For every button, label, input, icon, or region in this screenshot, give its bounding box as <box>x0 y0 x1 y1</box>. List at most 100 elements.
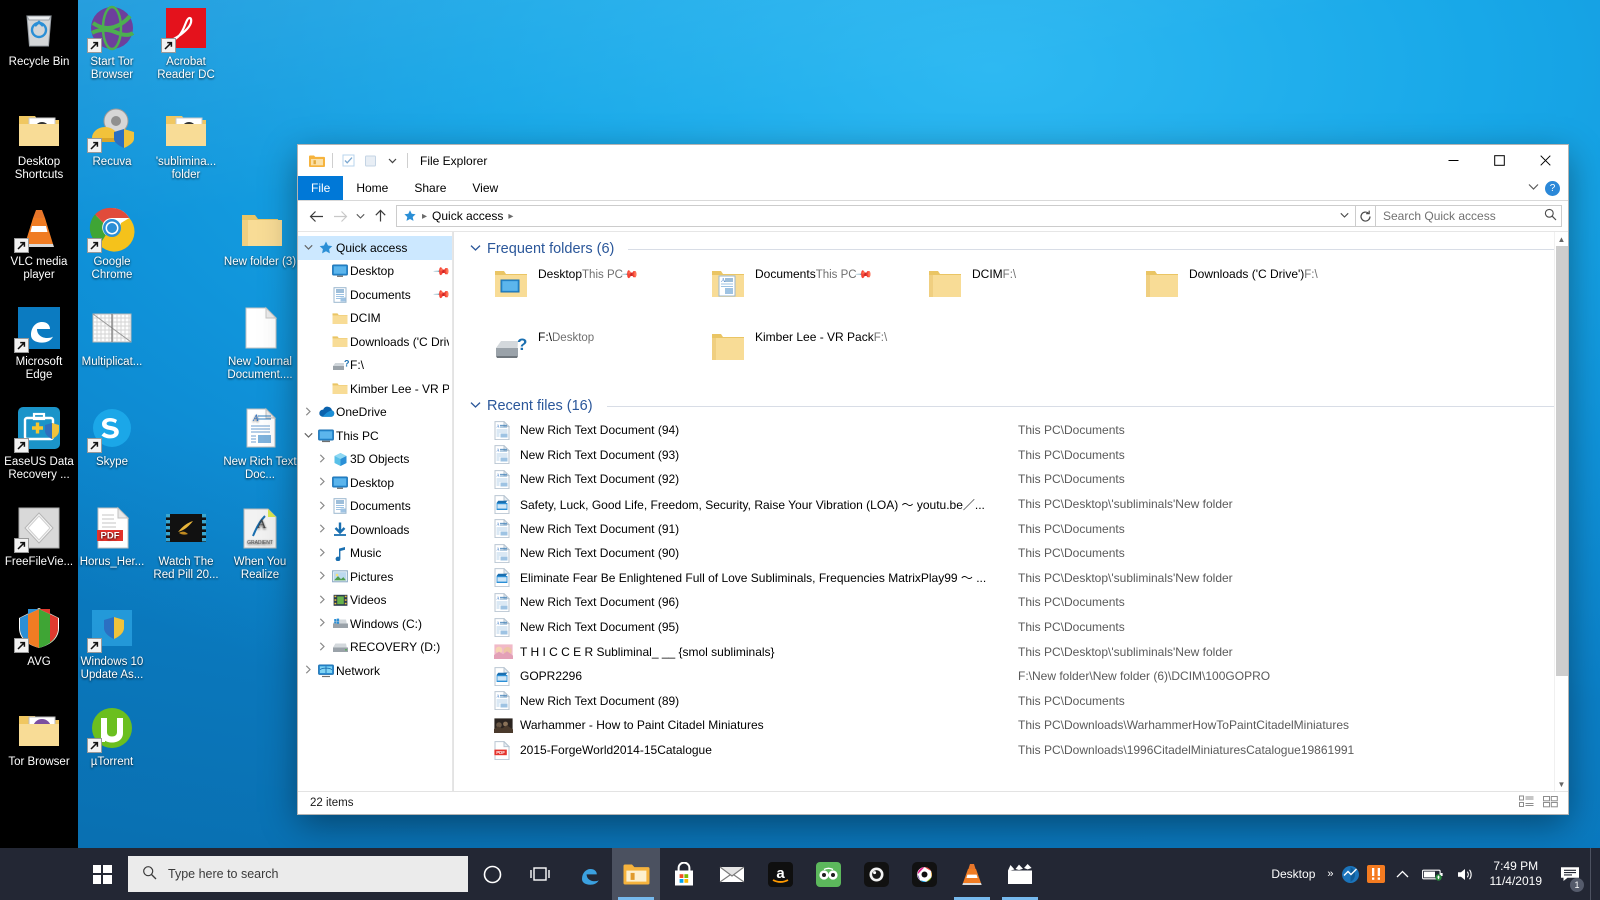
ribbon-tab-file[interactable]: File <box>298 176 344 200</box>
defender-tray-icon[interactable] <box>1338 848 1363 900</box>
frequent-folder-item[interactable]: Downloads ('C Drive')F:\ <box>1145 263 1362 326</box>
refresh-icon[interactable] <box>1356 205 1376 227</box>
avg-tray-icon[interactable] <box>1363 848 1389 900</box>
recent-file-row[interactable]: A New Rich Text Document (91) This PC\Docu… <box>464 516 1568 541</box>
nav-item-f[interactable]: ? F:\ <box>298 354 453 378</box>
nav-item-pictures[interactable]: Pictures <box>298 565 453 589</box>
battery-tray-icon[interactable] <box>1416 848 1450 900</box>
nav-item-network[interactable]: Network <box>298 659 453 683</box>
chevron-collapsed-icon[interactable] <box>300 407 316 418</box>
search-icon[interactable] <box>1544 208 1557 224</box>
details-view-icon[interactable] <box>1519 795 1534 811</box>
pin-icon[interactable]: 📌 <box>433 285 452 304</box>
chevron-collapsed-icon[interactable] <box>314 571 330 582</box>
ribbon-tab-bar[interactable]: File Home Share View ? <box>298 176 1568 201</box>
desktop-icon[interactable]: Start Tor Browser <box>75 4 149 82</box>
recent-files-list[interactable]: A New Rich Text Document (94) This PC\Docu… <box>464 416 1568 762</box>
chevron-collapsed-icon[interactable] <box>314 477 330 488</box>
scroll-down-arrow-icon[interactable]: ▼ <box>1555 777 1568 791</box>
nav-item-desktop[interactable]: Desktop <box>298 471 453 495</box>
scroll-up-arrow-icon[interactable]: ▲ <box>1555 232 1568 246</box>
recent-file-row[interactable]: PDF 2015-ForgeWorld2014-15Catalogue This P… <box>464 738 1568 763</box>
view-mode-buttons[interactable] <box>1519 795 1558 811</box>
chevron-collapsed-icon[interactable] <box>314 524 330 535</box>
desktop-icon[interactable]: Multiplicat... <box>75 304 149 369</box>
windows-taskbar[interactable]: Type here to search a Desktop » 7:49 PM … <box>0 848 1600 900</box>
desktop-icon[interactable]: Tor Browser <box>2 704 76 769</box>
desktop-icon[interactable]: Recuva <box>75 104 149 169</box>
show-desktop-button[interactable] <box>1590 848 1600 900</box>
nav-item-desktop[interactable]: Desktop 📌 <box>298 260 453 284</box>
amazon-taskbar-icon[interactable]: a <box>756 848 804 900</box>
nav-item-documents[interactable]: Documents <box>298 495 453 519</box>
clock[interactable]: 7:49 PM 11/4/2019 <box>1482 848 1551 900</box>
camera-taskbar-icon[interactable] <box>852 848 900 900</box>
desktop-icon[interactable]: Windows 10 Update As... <box>75 604 149 682</box>
nav-item-documents[interactable]: Documents 📌 <box>298 283 453 307</box>
movies-tv-taskbar-icon[interactable] <box>996 848 1044 900</box>
quick-access-toolbar[interactable] <box>298 150 412 172</box>
new-folder-icon[interactable] <box>359 150 381 172</box>
chevron-collapsed-icon[interactable] <box>314 618 330 629</box>
back-arrow-icon[interactable] <box>304 204 328 228</box>
taskbar-search-box[interactable]: Type here to search <box>128 856 468 892</box>
ribbon-right-controls[interactable]: ? <box>1528 176 1568 200</box>
breadcrumb-quick-access[interactable]: ▸ Quick access ▸ <box>401 209 517 223</box>
nav-item-kimber-lee-vr-pack[interactable]: Kimber Lee - VR Pack <box>298 377 453 401</box>
desktop-icon[interactable]: EaseUS Data Recovery ... <box>2 404 76 482</box>
tray-desktop-label[interactable]: Desktop <box>1263 848 1323 900</box>
chevron-expanded-icon[interactable] <box>300 243 316 253</box>
pin-icon[interactable]: 📌 <box>620 265 639 284</box>
system-tray[interactable]: Desktop » 7:49 PM 11/4/2019 1 <box>1263 848 1600 900</box>
desktop-icon[interactable]: FreeFileVie... <box>2 504 76 569</box>
file-explorer-taskbar-icon[interactable] <box>612 848 660 900</box>
microsoft-store-taskbar-icon[interactable] <box>660 848 708 900</box>
pin-icon[interactable]: 📌 <box>433 262 452 281</box>
frequent-folder-item[interactable]: DCIMF:\ <box>928 263 1145 326</box>
desktop-icon[interactable]: Microsoft Edge <box>2 304 76 382</box>
address-bar-row[interactable]: ▸ Quick access ▸ Search Quick access <box>298 201 1568 231</box>
nav-item-downloads[interactable]: Downloads <box>298 518 453 542</box>
address-dropdown-chevron-icon[interactable] <box>1335 211 1353 222</box>
recent-file-row[interactable]: A New Rich Text Document (95) This PC\Docu… <box>464 615 1568 640</box>
frequent-folders-grid[interactable]: DesktopThis PC📌 A DocumentsThis PC📌 DCIMF:\… <box>464 259 1568 391</box>
recent-file-row[interactable]: Warhammer - How to Paint Citadel Miniatu… <box>464 713 1568 738</box>
chevron-down-icon[interactable] <box>470 400 481 412</box>
nav-item-dcim[interactable]: DCIM <box>298 307 453 331</box>
desktop-icon[interactable]: New folder (3) <box>223 204 297 269</box>
chevron-collapsed-icon[interactable] <box>314 548 330 559</box>
desktop-icon[interactable]: PDF Horus_Her... <box>75 504 149 569</box>
address-path-box[interactable]: ▸ Quick access ▸ <box>396 205 1356 227</box>
explorer-title-bar[interactable]: File Explorer <box>298 145 1568 176</box>
desktop-icon[interactable]: AVG <box>2 604 76 669</box>
frequent-folder-item[interactable]: A DocumentsThis PC📌 <box>711 263 928 326</box>
breadcrumb-separator-2[interactable]: ▸ <box>506 211 515 222</box>
cortana-circle-icon[interactable] <box>468 848 516 900</box>
recent-file-row[interactable]: A New Rich Text Document (92) This PC\Docu… <box>464 467 1568 492</box>
mail-taskbar-icon[interactable] <box>708 848 756 900</box>
vlc-taskbar-icon[interactable] <box>948 848 996 900</box>
desktop-icon[interactable]: A New Rich Text Doc... <box>223 404 297 482</box>
nav-item-3d-objects[interactable]: 3D Objects <box>298 448 453 472</box>
desktop-icon[interactable]: Acrobat Reader DC <box>149 4 223 82</box>
explorer-folder-icon[interactable] <box>306 150 328 172</box>
breadcrumb-separator[interactable]: ▸ <box>420 211 429 222</box>
recent-file-row[interactable]: A New Rich Text Document (93) This PC\Docu… <box>464 443 1568 468</box>
chevron-down-icon[interactable] <box>470 243 481 255</box>
address-right-controls[interactable] <box>1335 211 1353 222</box>
navigation-pane[interactable]: Quick access Desktop 📌 Documents 📌 DCIM Downlo… <box>298 232 454 791</box>
chevron-collapsed-icon[interactable] <box>314 595 330 606</box>
pin-icon[interactable]: 📌 <box>854 265 873 284</box>
recent-file-row[interactable]: A New Rich Text Document (94) This PC\Docu… <box>464 418 1568 443</box>
ribbon-tab-view[interactable]: View <box>459 176 511 200</box>
desktop-icon[interactable]: Desktop Shortcuts <box>2 104 76 182</box>
recent-files-header[interactable]: Recent files (16) <box>464 395 1568 416</box>
photo-editor-taskbar-icon[interactable] <box>900 848 948 900</box>
maximize-button[interactable] <box>1476 145 1522 176</box>
up-arrow-icon[interactable] <box>368 204 392 228</box>
chevron-collapsed-icon[interactable] <box>300 665 316 676</box>
recent-file-row[interactable]: A New Rich Text Document (89) This PC\Docu… <box>464 689 1568 714</box>
ribbon-tab-home[interactable]: Home <box>343 176 401 200</box>
recent-file-row[interactable]: A New Rich Text Document (96) This PC\Docu… <box>464 590 1568 615</box>
desktop-icon[interactable]: VLC media player <box>2 204 76 282</box>
